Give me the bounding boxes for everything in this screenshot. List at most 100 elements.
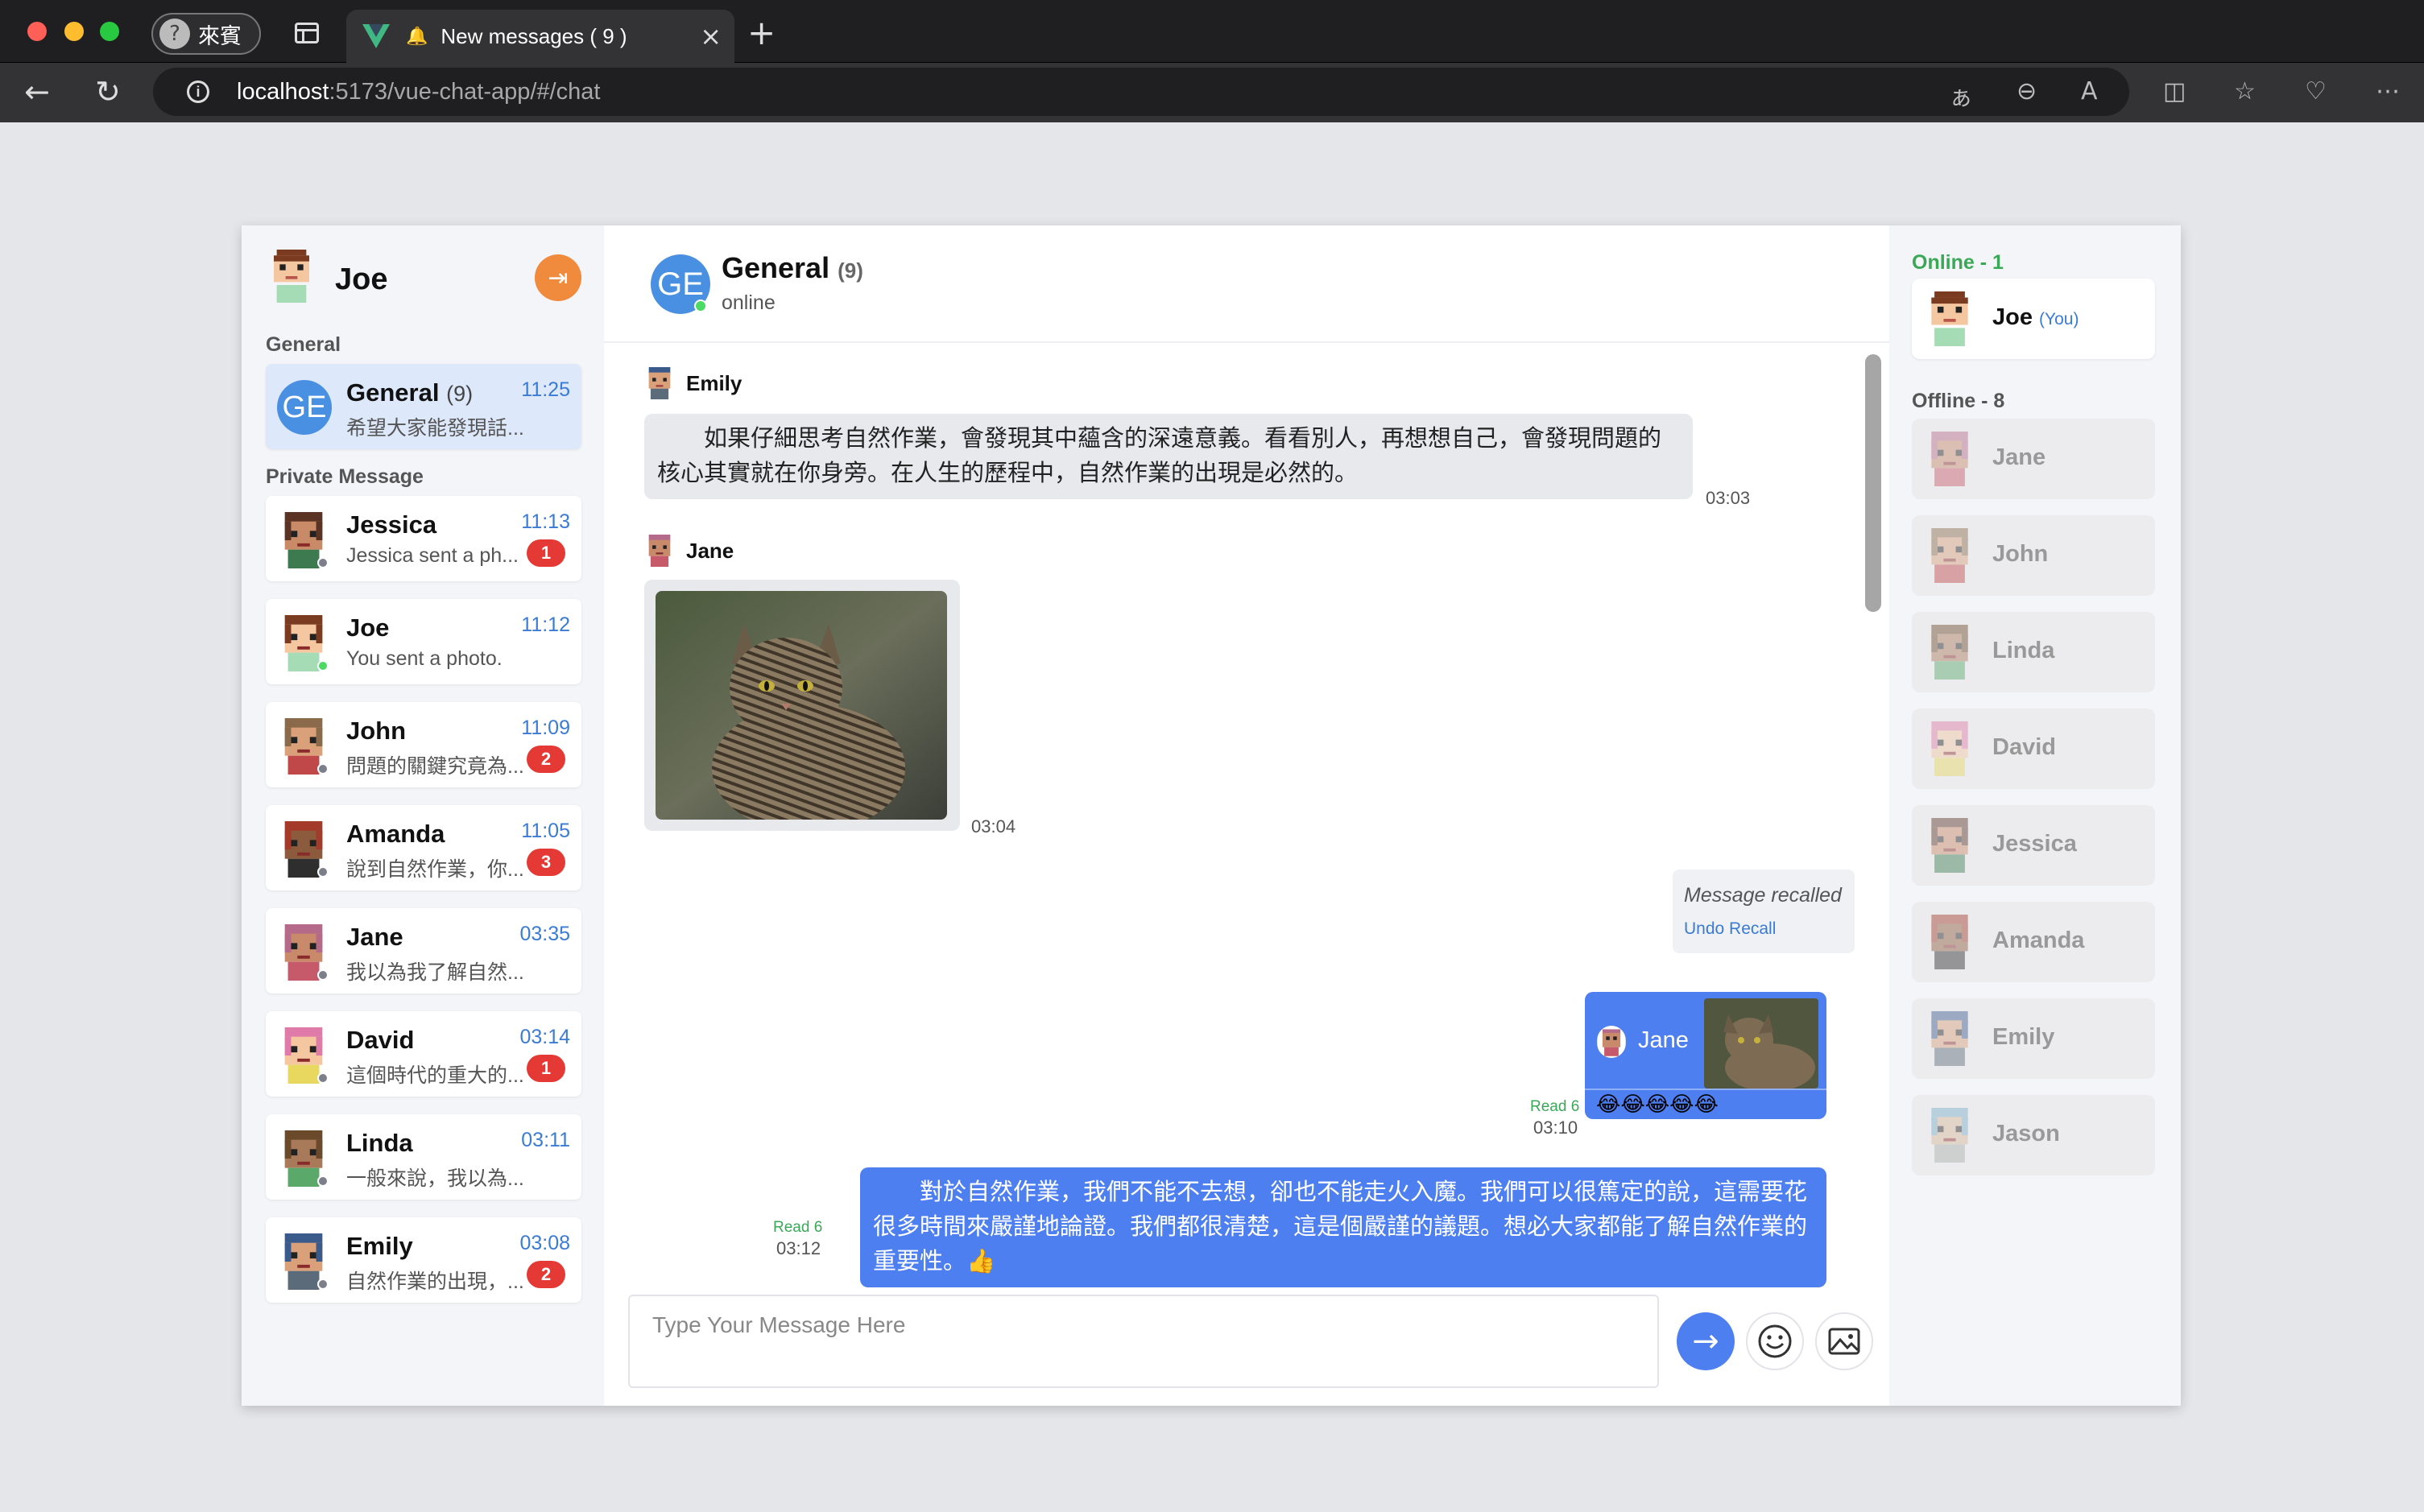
member-emily[interactable]: Emily — [1912, 998, 2155, 1079]
conversation-preview: 說到自然作業，你... — [346, 858, 524, 881]
member-jason[interactable]: Jason — [1912, 1095, 2155, 1175]
member-avatar — [1931, 1011, 1968, 1066]
conversation-john[interactable]: John 11:09 問題的關鍵究竟為... 2 — [266, 702, 581, 787]
image-icon — [1828, 1328, 1860, 1355]
member-name: Jessica — [1992, 831, 2077, 857]
member-name: Joe (You) — [1992, 304, 2079, 330]
member-joe[interactable]: Joe (You) — [1912, 279, 2155, 359]
translate-icon[interactable]: ぁ — [1949, 77, 1973, 113]
status-dot — [317, 1279, 329, 1290]
conversation-name: John — [346, 717, 407, 745]
browser-essentials-icon[interactable]: ♡ — [2305, 77, 2327, 105]
members-panel: Online - 1 Joe (You) Offline - 8 Jane Jo… — [1889, 225, 2181, 1406]
conversation-preview: Jessica sent a ph... — [346, 544, 519, 567]
member-john[interactable]: John — [1912, 515, 2155, 596]
quoted-message[interactable]: Jane — [1585, 992, 1826, 1090]
tab-actions-icon[interactable] — [295, 23, 319, 43]
conversation-linda[interactable]: Linda 03:11 一般來說，我以為... — [266, 1114, 581, 1200]
online-section-label: Online - 1 — [1912, 251, 2004, 274]
conversation-sidebar: Joe ⇥ General GE General (9) 11:25 希望大家能… — [242, 225, 604, 1406]
private-section-label: Private Message — [266, 465, 424, 488]
emoji-button[interactable] — [1746, 1312, 1804, 1370]
conversation-amanda[interactable]: Amanda 11:05 說到自然作業，你... 3 — [266, 805, 581, 890]
logout-button[interactable]: ⇥ — [535, 254, 581, 301]
message-time: 03:12 — [776, 1238, 821, 1258]
unread-badge: 1 — [527, 1055, 565, 1082]
zoom-out-icon[interactable]: ⊖ — [2017, 77, 2037, 105]
url-field[interactable]: i localhost:5173/vue-chat-app/#/chat — [153, 68, 2129, 116]
reload-icon[interactable]: ↻ — [95, 74, 121, 109]
logout-icon: ⇥ — [548, 263, 569, 292]
favorites-icon[interactable]: ☆ — [2234, 77, 2256, 105]
cat-photo[interactable] — [656, 591, 947, 820]
read-receipt: Read 6 — [773, 1219, 823, 1236]
status-dot — [317, 866, 329, 878]
unread-badge: 1 — [527, 539, 565, 567]
message-sender: Emily — [644, 367, 742, 399]
member-avatar — [1931, 432, 1968, 486]
split-screen-icon[interactable]: ◫ — [2163, 77, 2186, 105]
member-name: Linda — [1992, 638, 2055, 663]
member-name: Jason — [1992, 1121, 2060, 1146]
site-info-icon[interactable]: i — [187, 81, 209, 103]
message-list[interactable]: Emily 如果仔細思考自然作業，會發現其中蘊含的深遠意義。看看別人，再想想自己… — [604, 345, 1889, 1386]
browser-tab[interactable]: 🔔 New messages ( 9 ) × — [346, 10, 734, 63]
chat-status: online — [722, 291, 776, 314]
member-linda[interactable]: Linda — [1912, 612, 2155, 692]
new-tab-icon[interactable]: + — [747, 13, 776, 52]
message-scrollbar[interactable] — [1865, 354, 1881, 612]
conversation-joe[interactable]: Joe 11:12 You sent a photo. — [266, 599, 581, 684]
member-avatar — [1931, 1108, 1968, 1163]
reply-text: 😂😂😂😂😂 — [1596, 1092, 1719, 1116]
conversation-jane[interactable]: Jane 03:35 我以為我了解自然... — [266, 908, 581, 994]
maximize-window-button[interactable] — [100, 22, 119, 41]
photo-message[interactable] — [644, 580, 960, 831]
my-name: Joe — [335, 262, 388, 296]
member-amanda[interactable]: Amanda — [1912, 902, 2155, 982]
unread-badge: 2 — [527, 1261, 565, 1288]
member-avatar — [1931, 818, 1968, 873]
close-window-button[interactable] — [27, 22, 47, 41]
smiley-icon — [1758, 1324, 1792, 1358]
status-dot — [317, 969, 329, 981]
message-input[interactable] — [628, 1295, 1659, 1388]
chat-title: General (9) — [722, 251, 863, 284]
profile-button[interactable]: ? 來賓 — [151, 13, 261, 55]
read-aloud-icon[interactable]: A — [2081, 77, 2098, 105]
message-time: 03:03 — [1706, 488, 1751, 508]
conversation-david[interactable]: David 03:14 這個時代的重大的... 1 — [266, 1011, 581, 1097]
undo-recall-link[interactable]: Undo Recall — [1684, 919, 1776, 939]
conversation-emily[interactable]: Emily 03:08 自然作業的出現，... 2 — [266, 1217, 581, 1303]
arrow-right-icon: → — [1692, 1323, 1719, 1360]
browser-titlebar: ? 來賓 🔔 New messages ( 9 ) × + — [0, 0, 2424, 63]
member-name: John — [1992, 541, 2049, 567]
conversation-jessica[interactable]: Jessica 11:13 Jessica sent a ph... 1 — [266, 496, 581, 581]
conversation-time: 11:13 — [521, 510, 570, 533]
offline-section-label: Offline - 8 — [1912, 390, 2005, 412]
conversation-time: 03:14 — [519, 1026, 570, 1048]
send-button[interactable]: → — [1677, 1312, 1735, 1370]
message-time: 03:04 — [971, 816, 1016, 837]
tab-close-icon[interactable]: × — [700, 21, 722, 52]
member-avatar — [1931, 528, 1968, 583]
image-upload-button[interactable] — [1815, 1312, 1873, 1370]
member-jessica[interactable]: Jessica — [1912, 805, 2155, 886]
conversation-general[interactable]: GE General (9) 11:25 希望大家能發現話... — [266, 364, 581, 449]
member-name: Jane — [1992, 444, 2046, 470]
conversation-name: Joe — [346, 613, 390, 642]
conversation-preview: 我以為我了解自然... — [346, 961, 524, 984]
conversation-name: Emily — [346, 1232, 413, 1260]
unread-badge: 2 — [527, 746, 565, 773]
minimize-window-button[interactable] — [64, 22, 84, 41]
more-menu-icon[interactable]: ⋯ — [2376, 77, 2400, 105]
online-indicator — [694, 300, 707, 312]
conversation-time: 03:35 — [519, 923, 570, 945]
conversation-preview: You sent a photo. — [346, 647, 503, 670]
conversation-preview: 自然作業的出現，... — [346, 1270, 524, 1293]
member-david[interactable]: David — [1912, 708, 2155, 789]
back-icon[interactable]: ← — [24, 74, 50, 109]
member-jane[interactable]: Jane — [1912, 419, 2155, 499]
conversation-preview: 這個時代的重大的... — [346, 1064, 524, 1087]
member-avatar — [1931, 721, 1968, 776]
emily-avatar — [648, 367, 671, 399]
